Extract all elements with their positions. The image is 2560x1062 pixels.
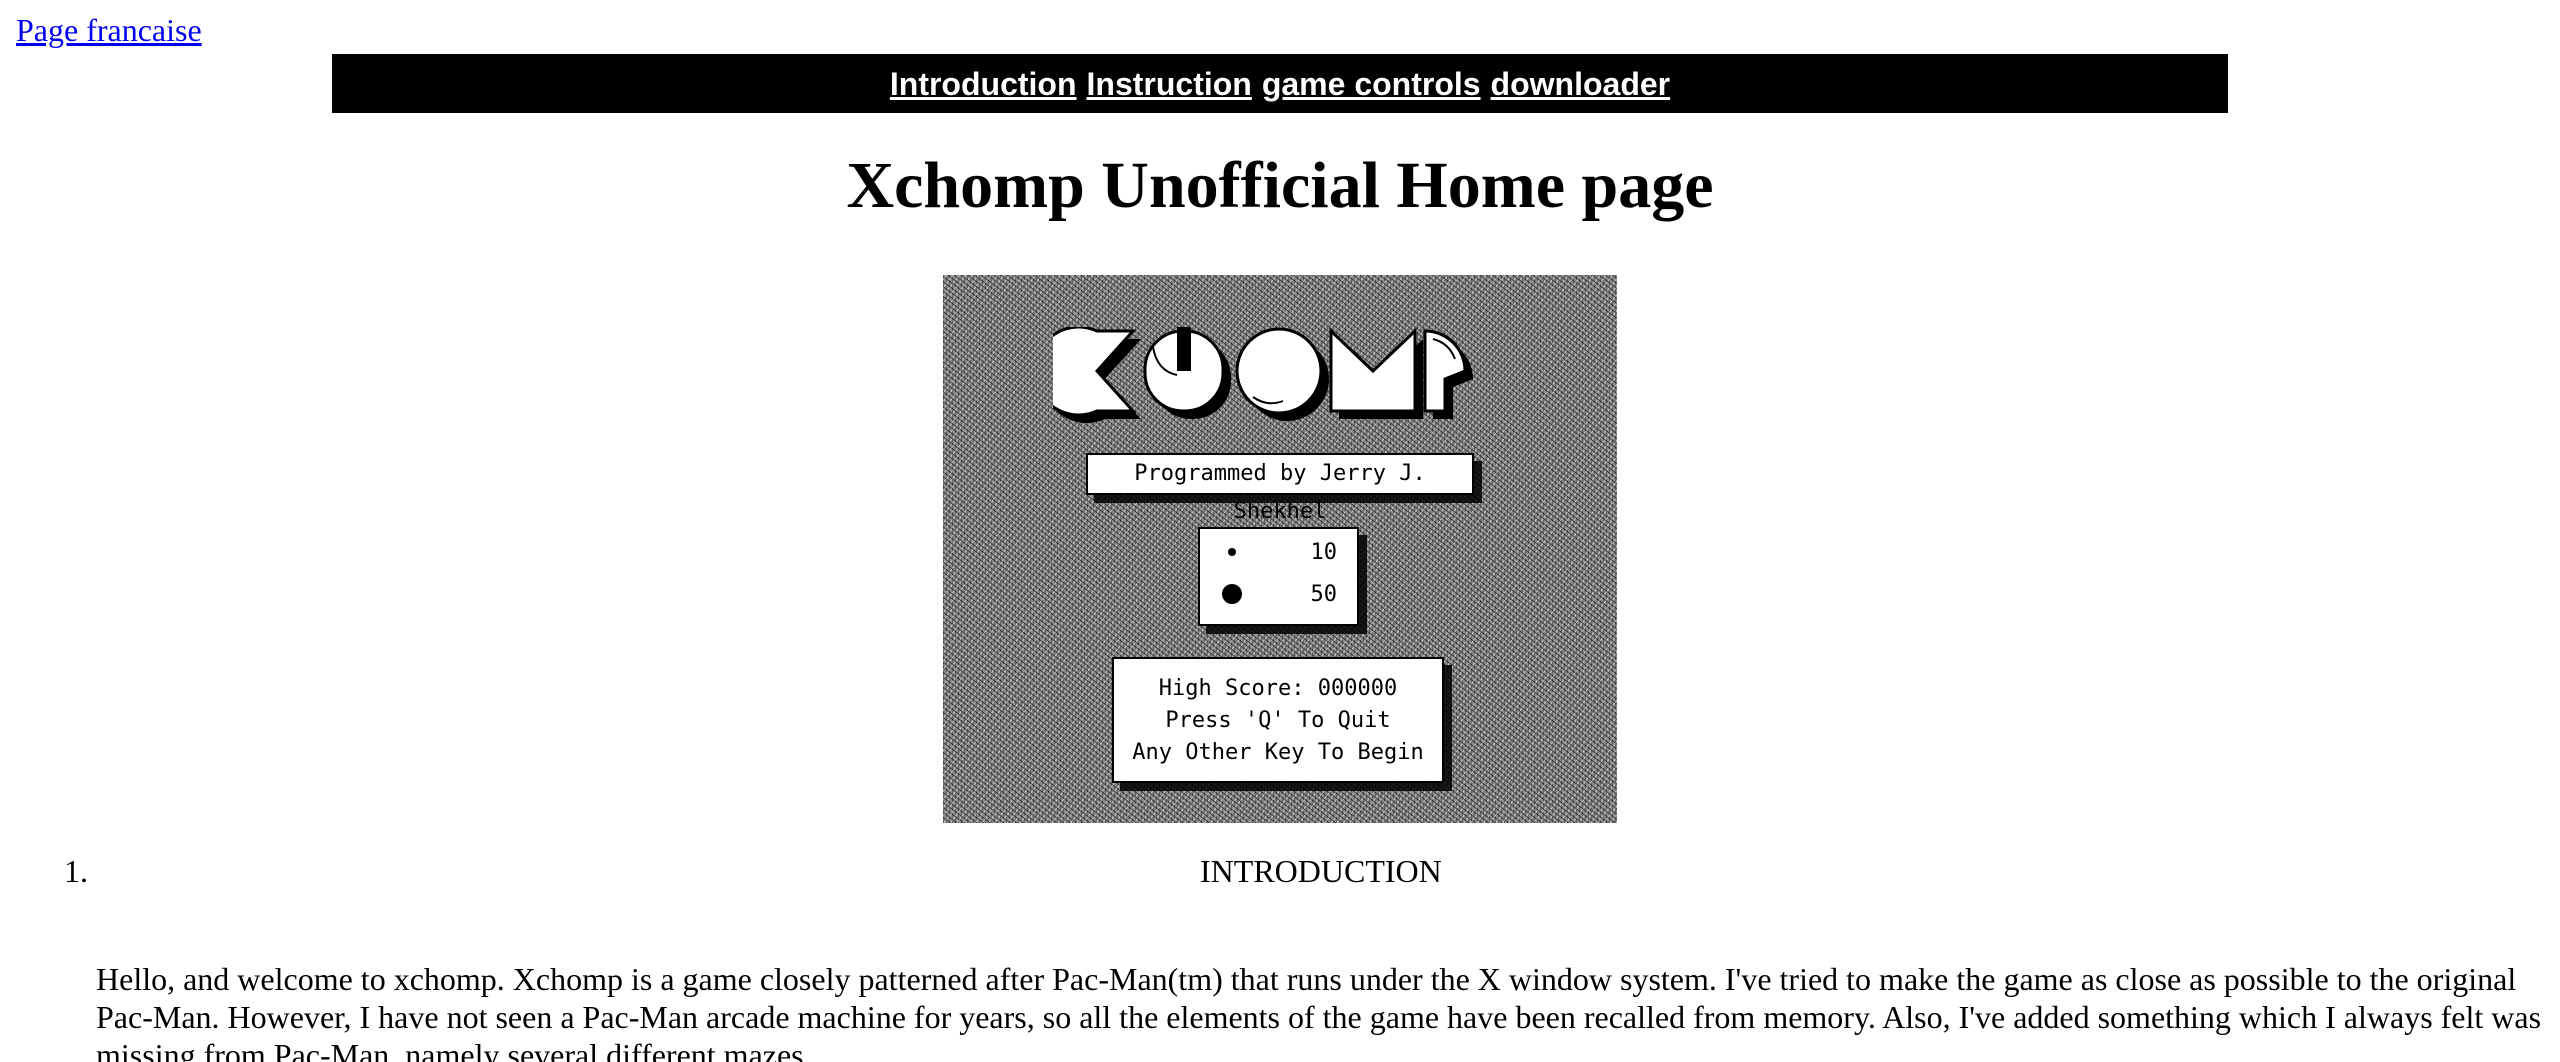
nav-link-downloader[interactable]: downloader	[1491, 68, 1671, 100]
intro-paragraph: Hello, and welcome to xchomp. Xchomp is …	[96, 961, 2542, 1062]
page: Page francaise Introduction Instruction …	[0, 0, 2560, 1062]
quit-hint: Press 'Q' To Quit	[1165, 708, 1391, 733]
nav-link-introduction[interactable]: Introduction	[890, 68, 1077, 100]
section-heading: INTRODUCTION	[1200, 853, 1442, 889]
credit-box: Programmed by Jerry J. Shekhel	[1086, 453, 1474, 524]
chomp-logo	[1053, 327, 1473, 423]
begin-hint: Any Other Key To Begin	[1132, 740, 1424, 765]
nav-bar: Introduction Instruction game controls d…	[332, 54, 2228, 113]
high-score-box: High Score: 000000 Press 'Q' To Quit Any…	[1112, 657, 1444, 783]
small-pellet-icon	[1228, 548, 1236, 556]
game-screenshot: Programmed by Jerry J. Shekhel 10 50 Hig…	[943, 275, 1617, 823]
nav-link-game-controls[interactable]: game controls	[1262, 68, 1481, 100]
score-row-small: 10	[1200, 529, 1357, 571]
power-pellet-points: 50	[1310, 581, 1338, 607]
high-score-text: High Score: 000000	[1158, 676, 1398, 701]
power-pellet-icon	[1222, 584, 1242, 604]
page-title: Xchomp Unofficial Home page	[846, 149, 1714, 222]
small-pellet-points: 10	[1310, 539, 1338, 565]
nav-link-instruction[interactable]: Instruction	[1087, 68, 1252, 100]
pellet-score-box: 10 50	[1198, 527, 1359, 626]
french-page-link[interactable]: Page francaise	[16, 12, 202, 49]
list-number: 1.	[64, 853, 88, 889]
score-row-power: 50	[1200, 571, 1357, 613]
